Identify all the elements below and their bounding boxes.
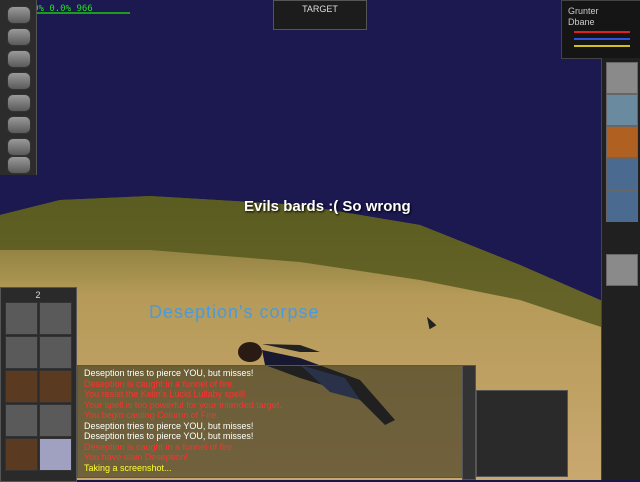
spell-gem-6[interactable] <box>7 116 31 134</box>
group-member-2[interactable]: Dbane <box>568 17 595 27</box>
boots-item-icon-2[interactable] <box>39 370 72 403</box>
inv-slot-4[interactable] <box>39 336 72 369</box>
pouch-item-icon[interactable] <box>39 438 72 471</box>
buff-bar <box>601 58 640 480</box>
chat-line: You resist the Kelin's Lucid Lullaby spe… <box>84 389 246 399</box>
shield-buff-icon[interactable] <box>606 62 638 94</box>
group-window[interactable]: Grunter Dbane <box>561 0 640 59</box>
bag-item-icon[interactable] <box>5 438 38 471</box>
spell-gem-8[interactable] <box>7 156 31 174</box>
chat-line: You have slain Deseption! <box>84 452 188 462</box>
side-panel <box>476 390 568 477</box>
chat-line: Deseption is caught in a funnel of fire. <box>84 441 235 452</box>
boot-buff-icon[interactable] <box>606 94 638 126</box>
spell-gem-7[interactable] <box>7 138 31 156</box>
spell-gem-5[interactable] <box>7 94 31 112</box>
shield-buff-icon-2[interactable] <box>606 254 638 286</box>
eye-buff-icon-2[interactable] <box>606 190 638 222</box>
spell-gem-1[interactable] <box>7 6 31 24</box>
chat-line: Deseption tries to pierce YOU, but misse… <box>84 431 254 441</box>
floating-chat-text: Evils bards :( So wrong <box>244 198 411 215</box>
wolf-buff-icon[interactable] <box>606 126 638 158</box>
mana-bar <box>574 38 630 40</box>
inv-slot-2[interactable] <box>39 302 72 335</box>
inventory-page-control[interactable]: 2 <box>15 290 61 300</box>
inv-slot-7[interactable] <box>5 404 38 437</box>
chat-line: Your spell is too powerful for your inte… <box>84 399 282 410</box>
spell-gem-4[interactable] <box>7 72 31 90</box>
target-window[interactable]: TARGET <box>273 0 367 30</box>
chat-line: Deseption tries to pierce YOU, but misse… <box>84 368 254 378</box>
chat-line: Taking a screenshot... <box>84 462 172 473</box>
stamina-bar <box>574 45 630 47</box>
chat-line: Deseption is caught in a funnel of fire. <box>84 378 235 389</box>
chat-line: Deseption tries to pierce YOU, but misse… <box>84 420 254 431</box>
group-member-1[interactable]: Grunter <box>568 6 599 16</box>
spell-gem-3[interactable] <box>7 50 31 68</box>
hp-bar <box>574 31 630 33</box>
inv-slot-3[interactable] <box>5 336 38 369</box>
inv-slot-1[interactable] <box>5 302 38 335</box>
corpse-nameplate: Deseption's corpse <box>149 302 320 322</box>
eye-buff-icon[interactable] <box>606 158 638 190</box>
inventory-page: 2 <box>35 290 41 300</box>
chat-window[interactable]: Deseption tries to pierce YOU, but misse… <box>77 365 463 478</box>
boots-item-icon[interactable] <box>5 370 38 403</box>
inventory-window: 2 <box>0 287 77 482</box>
inv-slot-8[interactable] <box>39 404 72 437</box>
spell-gem-bar <box>0 0 37 175</box>
chat-scrollbar[interactable] <box>462 365 476 480</box>
target-label: TARGET <box>302 4 338 14</box>
spell-gem-2[interactable] <box>7 28 31 46</box>
chat-line: You begin casting Column of Fire. <box>84 410 219 420</box>
